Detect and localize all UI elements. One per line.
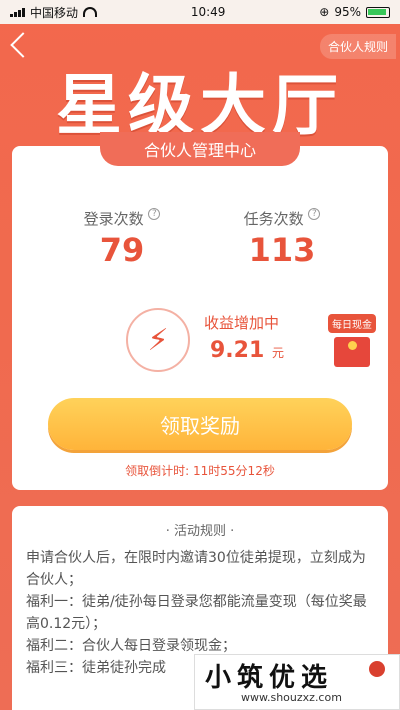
lock-rotation-icon: ⊕: [319, 5, 330, 19]
battery-percent: 95%: [334, 5, 361, 19]
watermark: 小筑优选 www.shouzxz.com: [194, 654, 400, 710]
login-value: 79: [99, 231, 145, 269]
daily-cash-tag: 每日现金: [328, 314, 376, 333]
help-icon[interactable]: ?: [148, 208, 161, 220]
claim-countdown: 领取倒计时: 11时55分12秒: [125, 464, 275, 478]
wifi-icon: [83, 7, 98, 17]
income-amount: 9.21: [210, 338, 265, 363]
bolt-ring: ⚡: [126, 308, 190, 372]
login-stat: 登录次数 ? 79: [62, 208, 182, 269]
battery-icon: [366, 6, 390, 18]
income-block: ⚡ 收益增加中 9.21 元: [126, 308, 326, 372]
task-label: 任务次数 ?: [222, 208, 342, 229]
card-title: 合伙人管理中心: [100, 132, 300, 166]
signal-icon: [10, 7, 25, 17]
status-left: 中国移动: [10, 4, 98, 21]
task-label-text: 任务次数: [243, 210, 304, 228]
status-time: 10:49: [190, 5, 226, 19]
income-value: 9.21 元: [210, 338, 284, 363]
task-value: 113: [248, 231, 316, 269]
login-label-text: 登录次数: [83, 210, 144, 228]
claim-reward-button[interactable]: 领取奖励: [48, 398, 352, 450]
lightning-icon: ⚡: [147, 322, 169, 358]
watermark-url: www.shouzxz.com: [241, 691, 342, 704]
red-envelope-icon: [334, 337, 370, 367]
status-right: ⊕ 95%: [319, 5, 390, 19]
daily-cash-widget[interactable]: 每日现金: [328, 314, 376, 370]
login-label: 登录次数 ?: [62, 208, 182, 229]
help-icon[interactable]: ?: [308, 208, 321, 220]
income-title: 收益增加中: [204, 314, 280, 332]
task-stat: 任务次数 ? 113: [222, 208, 342, 269]
watermark-brand: 小筑优选: [205, 663, 334, 693]
status-bar: 中国移动 10:49 ⊕ 95%: [0, 0, 400, 24]
header: 合伙人规则 星级大厅: [0, 24, 400, 142]
seal-icon: [369, 661, 385, 677]
rules-line: 申请合伙人后，在限时内邀请30位徒弟提现，立刻成为合伙人；: [26, 550, 366, 588]
income-unit: 元: [271, 346, 284, 360]
partner-center-card: 合伙人管理中心 登录次数 ? 79 任务次数 ? 113 ⚡ 收益增加中 9.2…: [12, 132, 388, 490]
rules-line: 福利一：徒弟/徒孙每日登录您都能流量变现（每位奖最高0.12元）；: [26, 594, 367, 632]
carrier-label: 中国移动: [30, 5, 79, 20]
rules-title: · 活动规则 ·: [165, 524, 235, 539]
